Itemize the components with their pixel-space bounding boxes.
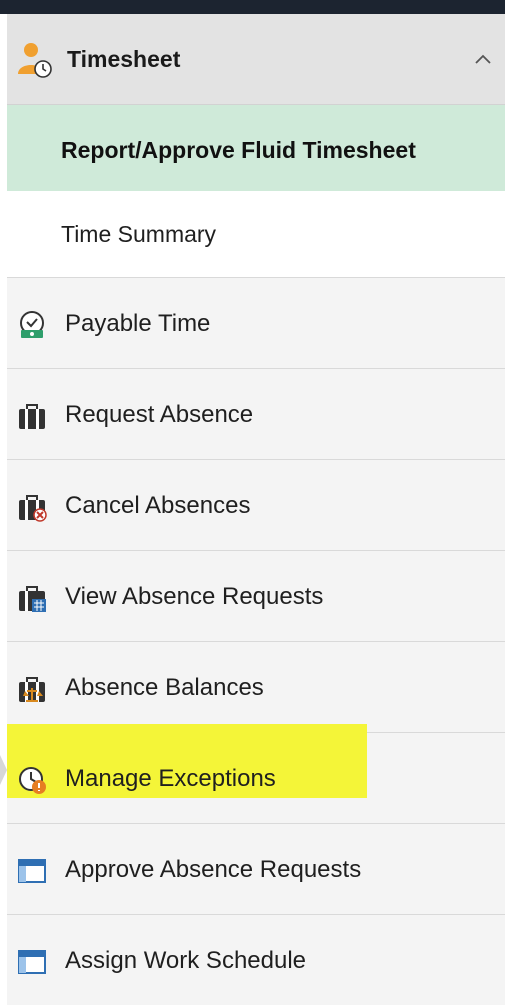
window-icon xyxy=(18,950,46,974)
briefcase-balance-icon xyxy=(19,677,45,702)
menu-item-label: Payable Time xyxy=(65,310,211,337)
menu-item-label: Cancel Absences xyxy=(65,492,251,519)
subitem-label: Time Summary xyxy=(61,221,217,247)
menu-item-label: Assign Work Schedule xyxy=(65,947,307,974)
nav-panel: Timesheet Report/Approve Fluid Timesheet… xyxy=(7,14,505,1005)
window-icon xyxy=(18,859,46,883)
menu-item-payable-time[interactable]: Payable Time xyxy=(7,278,505,369)
user-clock-icon xyxy=(18,43,52,78)
menu-item-request-absence[interactable]: Request Absence xyxy=(7,369,505,460)
subitem-time-summary[interactable]: Time Summary xyxy=(7,191,505,278)
menu-item-label: Approve Absence Requests xyxy=(65,856,362,883)
menu-item-label: View Absence Requests xyxy=(65,583,324,610)
side-arrow-shape xyxy=(0,740,7,800)
subitem-report-approve-timesheet[interactable]: Report/Approve Fluid Timesheet xyxy=(7,105,505,191)
briefcase-calendar-icon xyxy=(19,586,46,612)
header-title: Timesheet xyxy=(67,46,181,72)
menu-item-absence-balances[interactable]: Absence Balances xyxy=(7,642,505,733)
menu-item-assign-work-schedule[interactable]: Assign Work Schedule xyxy=(7,915,505,1005)
top-bar xyxy=(0,0,505,14)
menu-item-manage-exceptions[interactable]: Manage Exceptions xyxy=(7,724,505,824)
menu-item-label: Manage Exceptions xyxy=(65,765,276,792)
subitem-label: Report/Approve Fluid Timesheet xyxy=(61,137,416,163)
menu-item-label: Absence Balances xyxy=(65,674,264,701)
briefcase-icon xyxy=(19,404,45,429)
briefcase-cancel-icon xyxy=(19,495,47,522)
menu-item-approve-absence-requests[interactable]: Approve Absence Requests xyxy=(7,824,505,915)
chevron-up-icon[interactable] xyxy=(473,52,493,66)
menu-item-label: Request Absence xyxy=(65,401,254,428)
timesheet-header[interactable]: Timesheet xyxy=(7,14,505,105)
menu-item-view-absence-requests[interactable]: View Absence Requests xyxy=(7,551,505,642)
menu-item-cancel-absences[interactable]: Cancel Absences xyxy=(7,460,505,551)
clock-warning-icon xyxy=(19,767,46,794)
payable-time-icon xyxy=(20,311,44,338)
left-strip xyxy=(0,14,7,988)
